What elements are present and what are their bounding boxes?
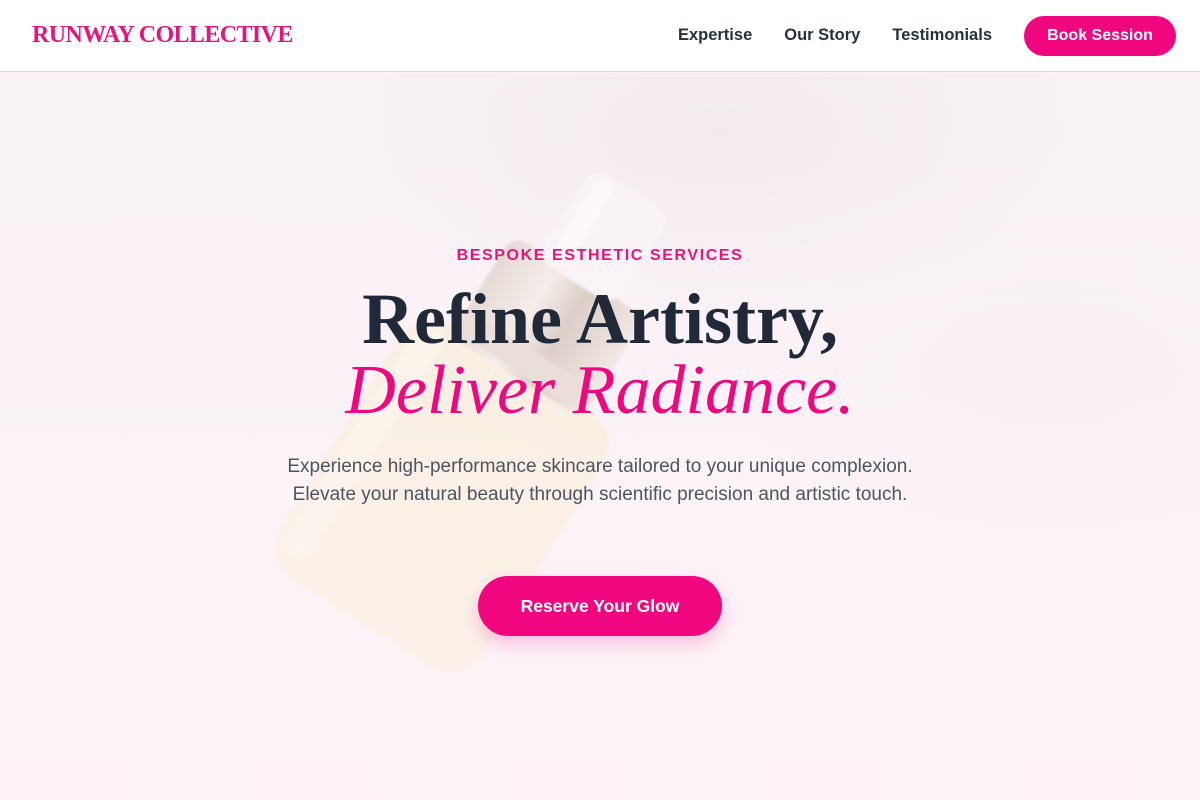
hero-headline-line-2: Deliver Radiance.: [345, 352, 855, 429]
hero-headline-line-1: Refine Artistry,: [362, 279, 838, 359]
hero-eyebrow: BESPOKE ESTHETIC SERVICES: [456, 247, 744, 264]
hero-description: Experience high-performance skincare tai…: [287, 456, 913, 505]
main-nav: Expertise Our Story Testimonials: [678, 26, 992, 45]
hero-section: BESPOKE ESTHETIC SERVICES Refine Artistr…: [0, 73, 1200, 800]
site-header: RUNWAY COLLECTIVE Expertise Our Story Te…: [0, 0, 1200, 72]
hero-tint-overlay: [0, 73, 1200, 800]
nav-link-expertise[interactable]: Expertise: [678, 26, 752, 45]
reserve-your-glow-button[interactable]: Reserve Your Glow: [478, 576, 722, 636]
nav-link-our-story[interactable]: Our Story: [784, 26, 860, 45]
book-session-button[interactable]: Book Session: [1024, 15, 1176, 56]
brand-logo[interactable]: RUNWAY COLLECTIVE: [32, 22, 293, 49]
nav-link-testimonials[interactable]: Testimonials: [892, 26, 992, 45]
